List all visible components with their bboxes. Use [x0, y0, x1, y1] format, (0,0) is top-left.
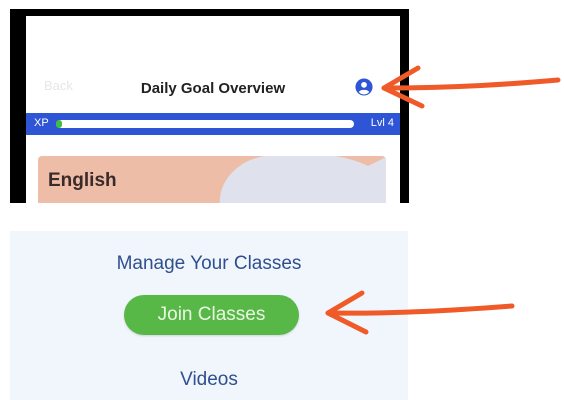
- videos-link[interactable]: Videos: [10, 369, 408, 391]
- join-classes-button[interactable]: Join Classes: [124, 295, 299, 335]
- xp-progress-fill: [56, 120, 62, 128]
- manage-classes-link[interactable]: Manage Your Classes: [10, 253, 408, 275]
- xp-label: XP: [34, 117, 49, 129]
- app-screen: Back Daily Goal Overview XP Lvl 4 Englis…: [26, 16, 400, 203]
- user-circle-icon[interactable]: [355, 78, 373, 96]
- page-title: Daily Goal Overview: [140, 80, 286, 97]
- xp-bar: XP Lvl 4: [26, 113, 400, 135]
- app-screenshot-top: Back Daily Goal Overview XP Lvl 4 Englis…: [10, 9, 409, 203]
- level-label: Lvl 4: [370, 117, 394, 129]
- arrow-annotation-join: [325, 290, 515, 335]
- card-illustration: [219, 156, 386, 203]
- arrow-annotation-profile: [381, 65, 561, 109]
- subject-card-english[interactable]: English: [38, 156, 386, 203]
- card-title: English: [48, 170, 117, 191]
- xp-progress-track: [56, 120, 354, 128]
